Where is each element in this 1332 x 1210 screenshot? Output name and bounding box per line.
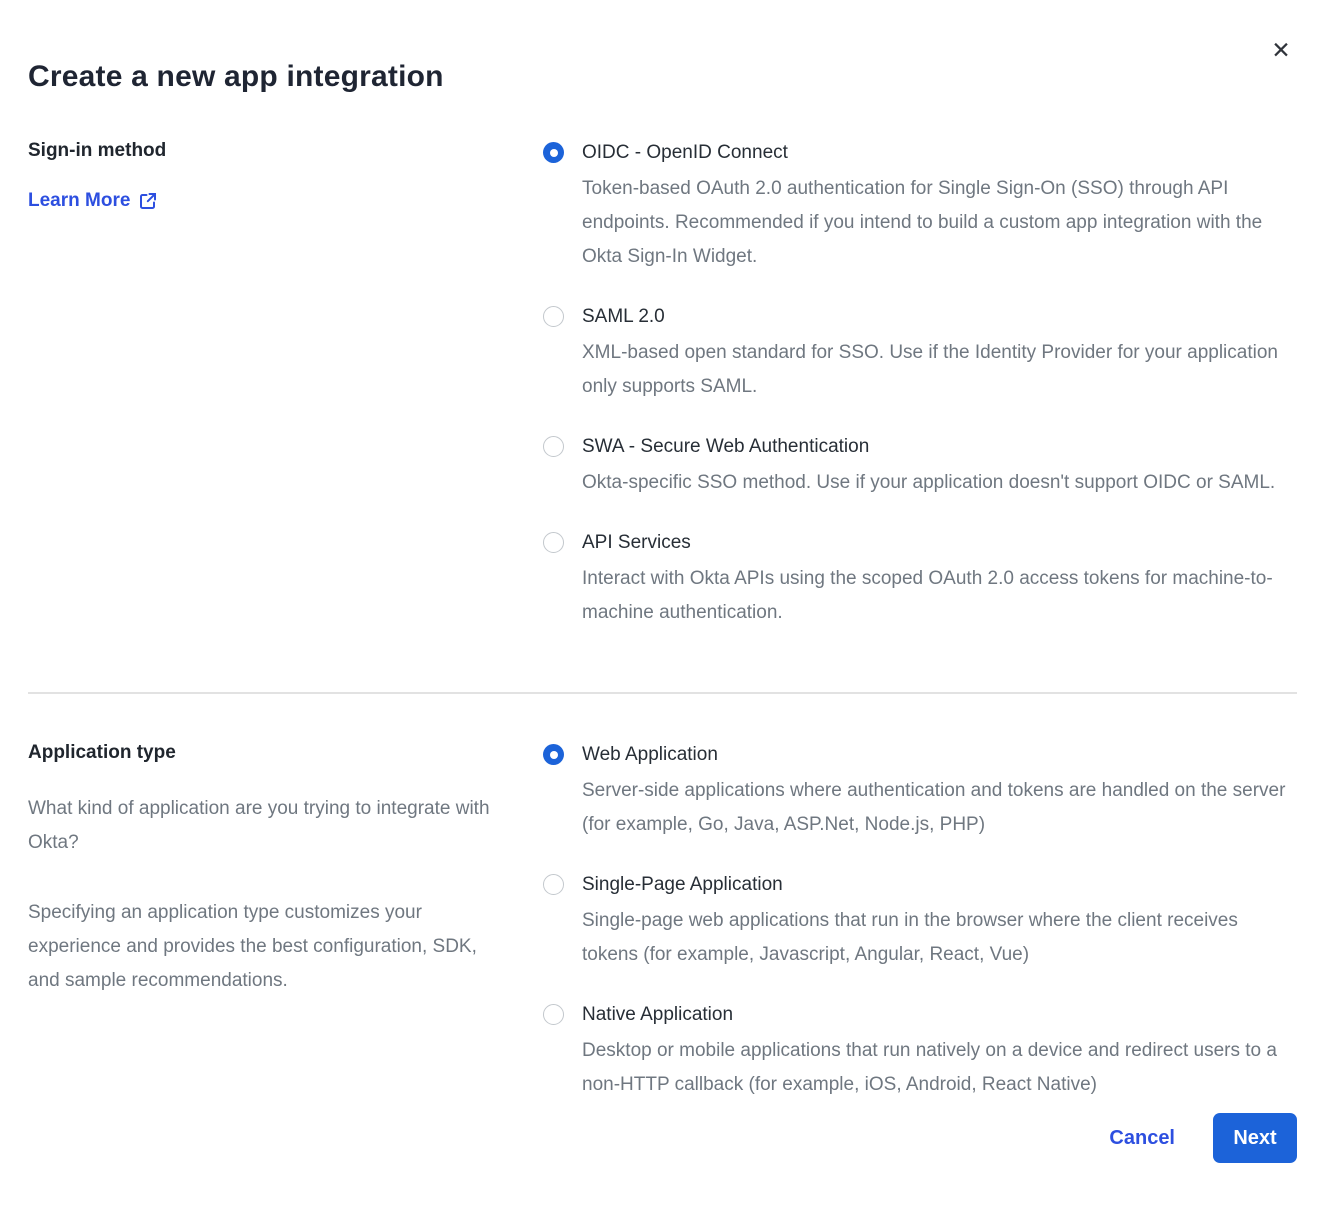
radio-option-native-application[interactable]: Native Application Desktop or mobile app…	[543, 1002, 1297, 1102]
signin-method-heading: Sign-in method	[28, 140, 513, 162]
option-description: Server-side applications where authentic…	[582, 774, 1297, 842]
application-type-explanation: Specifying an application type customize…	[28, 896, 508, 998]
option-label[interactable]: SWA - Secure Web Authentication	[582, 434, 1275, 459]
radio-unselected-icon[interactable]	[543, 874, 564, 895]
signin-method-options: OIDC - OpenID Connect Token-based OAuth …	[543, 140, 1297, 630]
radio-option-oidc[interactable]: OIDC - OpenID Connect Token-based OAuth …	[543, 140, 1297, 274]
option-label[interactable]: Web Application	[582, 742, 1297, 767]
radio-unselected-icon[interactable]	[543, 436, 564, 457]
option-description: Interact with Okta APIs using the scoped…	[582, 562, 1297, 630]
radio-selected-icon[interactable]	[543, 142, 564, 163]
option-description: Desktop or mobile applications that run …	[582, 1034, 1297, 1102]
cancel-button[interactable]: Cancel	[1109, 1127, 1175, 1150]
radio-unselected-icon[interactable]	[543, 1004, 564, 1025]
signin-method-left-column: Sign-in method Learn More	[28, 140, 543, 630]
signin-method-section: Sign-in method Learn More OIDC - OpenID …	[28, 140, 1297, 630]
option-label[interactable]: API Services	[582, 530, 1297, 555]
page-title: Create a new app integration	[28, 60, 1297, 94]
option-description: Token-based OAuth 2.0 authentication for…	[582, 172, 1297, 274]
option-description: XML-based open standard for SSO. Use if …	[582, 336, 1297, 404]
application-type-question: What kind of application are you trying …	[28, 792, 508, 860]
radio-unselected-icon[interactable]	[543, 306, 564, 327]
next-button[interactable]: Next	[1213, 1113, 1297, 1163]
section-divider	[28, 692, 1297, 694]
radio-unselected-icon[interactable]	[543, 532, 564, 553]
radio-option-swa[interactable]: SWA - Secure Web Authentication Okta-spe…	[543, 434, 1297, 500]
application-type-heading: Application type	[28, 742, 513, 764]
application-type-section: Application type What kind of applicatio…	[28, 742, 1297, 1102]
learn-more-label: Learn More	[28, 190, 130, 212]
learn-more-link[interactable]: Learn More	[28, 190, 157, 212]
close-icon[interactable]: ✕	[1268, 38, 1294, 64]
radio-option-web-application[interactable]: Web Application Server-side applications…	[543, 742, 1297, 842]
option-label[interactable]: Single-Page Application	[582, 872, 1297, 897]
create-app-integration-dialog: ✕ Create a new app integration Sign-in m…	[0, 0, 1332, 1210]
dialog-footer: Cancel Next	[1109, 1113, 1297, 1163]
application-type-left-column: Application type What kind of applicatio…	[28, 742, 543, 1102]
application-type-options: Web Application Server-side applications…	[543, 742, 1297, 1102]
option-label[interactable]: SAML 2.0	[582, 304, 1297, 329]
external-link-icon	[139, 192, 157, 210]
option-description: Single-page web applications that run in…	[582, 904, 1297, 972]
radio-option-saml[interactable]: SAML 2.0 XML-based open standard for SSO…	[543, 304, 1297, 404]
radio-selected-icon[interactable]	[543, 744, 564, 765]
option-label[interactable]: Native Application	[582, 1002, 1297, 1027]
radio-option-api-services[interactable]: API Services Interact with Okta APIs usi…	[543, 530, 1297, 630]
option-description: Okta-specific SSO method. Use if your ap…	[582, 466, 1275, 500]
option-label[interactable]: OIDC - OpenID Connect	[582, 140, 1297, 165]
radio-option-single-page-application[interactable]: Single-Page Application Single-page web …	[543, 872, 1297, 972]
